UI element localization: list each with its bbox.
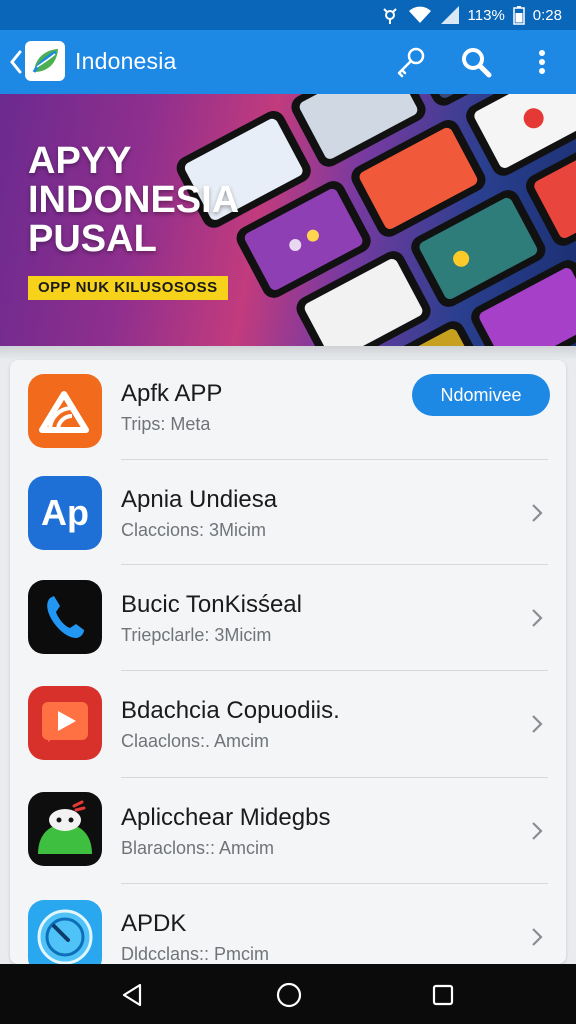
app-subtitle: Claaclons:. Amcim — [121, 731, 270, 751]
app-name: Apfk APP — [121, 380, 223, 407]
banner-headline-line-2: INDONESIA — [28, 179, 240, 221]
nav-home-icon[interactable] — [276, 982, 302, 1008]
ap-letters-app-icon: Ap — [28, 476, 102, 550]
page-title: Indonesia — [75, 48, 177, 74]
banner-headline: APYY INDONESIA PUSAL — [28, 142, 288, 259]
status-icons: 113% 0:28 — [380, 5, 562, 25]
android-app-icon — [28, 792, 102, 866]
list-item[interactable]: Aplicchear Midegbs Blaraclons:: Amcim — [10, 778, 566, 884]
app-name: Apnia Undiesa — [121, 486, 278, 513]
promo-banner[interactable]: APYY INDONESIA PUSAL OPP NUK KILUSOSOSS — [0, 94, 576, 346]
list-item[interactable]: Ap Apnia Undiesa Claccions: 3Micim — [10, 460, 566, 566]
usb-icon — [382, 8, 397, 24]
banner-headline-line-1: APYY — [28, 140, 132, 182]
app-subtitle: Dldcclans:: Pmcim — [121, 944, 270, 964]
wifi-icon — [408, 6, 431, 23]
play-app-icon — [28, 686, 102, 760]
chevron-right-icon — [532, 822, 543, 840]
wifi-triangle-app-icon — [28, 374, 102, 448]
key-icon[interactable] — [394, 45, 428, 79]
search-icon[interactable] — [459, 45, 493, 79]
chevron-right-icon — [532, 715, 543, 733]
banner-shadow — [0, 346, 576, 360]
battery-percent: 113% — [467, 6, 505, 24]
app-name: Aplicchear Midegbs — [121, 804, 331, 831]
app-name: APDK — [121, 910, 187, 937]
app-name: Bucic TonKisśeal — [121, 591, 302, 618]
list-item[interactable]: Bucic TonKisśeal Triepclarle: 3Micim — [10, 565, 566, 671]
app-bar: Indonesia — [0, 30, 576, 94]
navigation-bar — [0, 964, 576, 1024]
app-subtitle: Triepclarle: 3Micim — [121, 625, 272, 645]
svg-text:Ap: Ap — [41, 492, 89, 533]
clock: 0:28 — [532, 6, 562, 24]
app-subtitle: Trips: Meta — [121, 414, 211, 434]
list-item[interactable]: Bdachcia Copuodiis. Claaclons:. Amcim — [10, 671, 566, 777]
phone-app-icon — [28, 580, 102, 654]
chevron-right-icon — [532, 609, 543, 627]
app-subtitle: Claccions: 3Micim — [121, 520, 267, 540]
status-bar: 113% 0:28 — [0, 0, 576, 30]
compass-app-icon — [28, 900, 102, 964]
battery-icon — [513, 6, 525, 25]
app-list: Apfk APP Trips: Meta Ndomivee Ap Apnia U… — [10, 360, 566, 964]
app-logo-icon[interactable] — [25, 41, 65, 81]
more-vert-icon[interactable] — [530, 45, 554, 79]
banner-tag: OPP NUK KILUSOSOSS — [28, 276, 228, 300]
banner-headline-line-3: PUSAL — [28, 218, 157, 260]
back-icon[interactable] — [8, 49, 24, 75]
nav-recents-icon[interactable] — [432, 984, 454, 1006]
list-item[interactable]: APDK Dldcclans:: Pmcim — [10, 884, 566, 964]
nav-back-icon[interactable] — [120, 982, 144, 1008]
list-item[interactable]: Apfk APP Trips: Meta Ndomivee — [10, 360, 566, 466]
install-button[interactable]: Ndomivee — [412, 374, 550, 416]
chevron-right-icon — [532, 928, 543, 946]
app-subtitle: Blaraclons:: Amcim — [121, 838, 275, 858]
chevron-right-icon — [532, 504, 543, 522]
signal-icon — [440, 6, 459, 24]
app-name: Bdachcia Copuodiis. — [121, 697, 340, 724]
